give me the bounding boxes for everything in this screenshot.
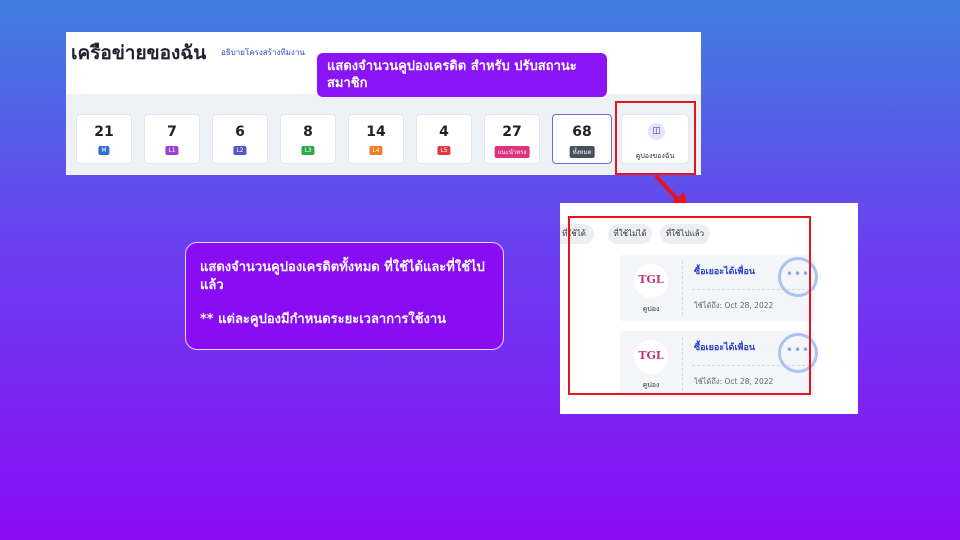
callout-middle: แสดงจำนวนคูปองเครดิตทั้งหมด ที่ใช้ได้และ… — [185, 242, 504, 350]
callout-middle-text: แสดงจำนวนคูปองเครดิตทั้งหมด ที่ใช้ได้และ… — [200, 260, 485, 293]
highlight-coupon-list — [568, 216, 811, 395]
arrow-line — [654, 174, 681, 203]
callout-middle-note: ** แต่ละคูปองมีกำหนดระยะเวลาการใช้งาน — [200, 312, 447, 327]
